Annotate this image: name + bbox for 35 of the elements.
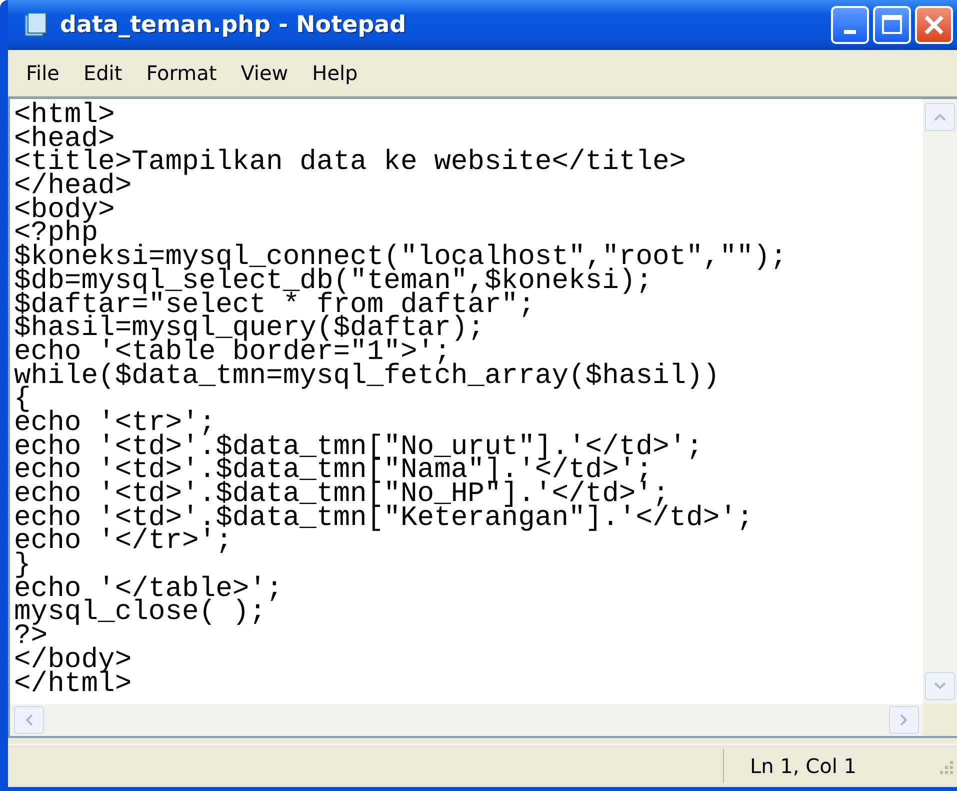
- maximize-button[interactable]: [873, 6, 911, 44]
- menu-item[interactable]: View: [228, 59, 300, 87]
- code-line: {: [14, 388, 31, 412]
- code-line: <title>Tampilkan data ke website</title>: [14, 151, 688, 176]
- scroll-up-button[interactable]: [925, 103, 955, 131]
- menu-item[interactable]: Help: [300, 59, 370, 87]
- menu-item[interactable]: Edit: [71, 59, 134, 87]
- scrollbar-corner: [923, 704, 957, 736]
- minimize-icon: [844, 30, 856, 34]
- code-line: $db=mysql_select_db("teman",$koneksi);: [14, 270, 653, 294]
- vertical-scrollbar[interactable]: [923, 99, 957, 704]
- horizontal-scrollbar[interactable]: [10, 704, 923, 736]
- code-line: $hasil=mysql_query($daftar);: [14, 317, 484, 341]
- maximize-icon: [881, 14, 903, 36]
- menu-item[interactable]: Format: [134, 59, 229, 87]
- close-icon: [923, 14, 945, 36]
- cursor-position: Ln 1, Col 1: [723, 749, 933, 783]
- close-button[interactable]: [915, 6, 953, 44]
- down-chevron-icon: [933, 681, 947, 691]
- code-line: </html>: [14, 672, 133, 696]
- code-line: </body>: [14, 648, 133, 672]
- scroll-down-button[interactable]: [925, 672, 955, 700]
- scroll-right-button[interactable]: [889, 706, 919, 734]
- right-chevron-icon: [899, 713, 909, 727]
- scroll-left-button[interactable]: [14, 706, 44, 734]
- menu-item[interactable]: File: [14, 59, 72, 87]
- code-line: mysql_close( );: [14, 601, 266, 626]
- code-line: }: [14, 554, 31, 578]
- up-chevron-icon: [933, 112, 947, 122]
- code-line: $koneksi=mysql_connect("localhost","root","");: [14, 246, 788, 270]
- notepad-icon: [22, 12, 48, 38]
- minimize-button[interactable]: [831, 6, 869, 44]
- window-title: data_teman.php - Notepad: [60, 12, 408, 38]
- code-line: <?php: [14, 222, 98, 246]
- left-chevron-icon: [24, 713, 34, 727]
